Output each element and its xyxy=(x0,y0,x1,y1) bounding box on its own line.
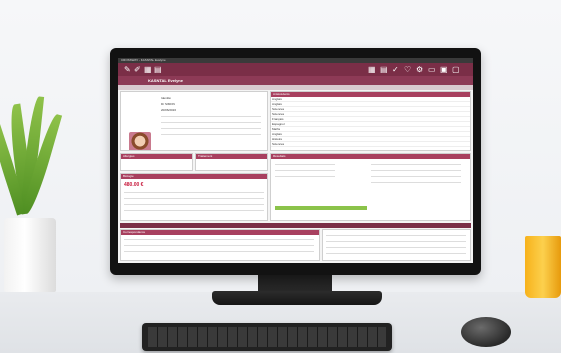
window-icon-2[interactable]: ▢ xyxy=(452,65,460,74)
list-pane: Antécédents Anglais Anglais Sciences Scienc… xyxy=(270,91,471,151)
monitor-stand xyxy=(212,291,382,305)
patient-bar: KASNTAL Evelyne xyxy=(118,76,473,85)
amount-value: 480.00 € xyxy=(124,182,144,188)
correspondence-header: Correspondance xyxy=(121,230,319,235)
grid-icon[interactable]: ▦ xyxy=(368,65,376,74)
allergies-header: Allergies xyxy=(121,154,192,159)
settings-icon[interactable]: ⚙ xyxy=(416,65,423,74)
pencil-icon[interactable]: ✐ xyxy=(134,65,141,74)
results-pane: Résultats xyxy=(270,153,471,221)
biology-pane: Biologie 480.00 € xyxy=(120,173,268,221)
main-toolbar: ✎ ✐ ▦ ▤ ▦ ▤ ✓ ♡ ⚙ ▭ ▣ ▢ xyxy=(118,63,473,76)
coffee-mug xyxy=(525,236,561,298)
date-field: 20/06/2016 xyxy=(161,108,177,112)
heart-icon[interactable]: ♡ xyxy=(404,65,411,74)
biology-header: Biologie xyxy=(121,174,267,179)
plant-pot xyxy=(4,218,56,292)
pen-icon[interactable]: ✎ xyxy=(124,65,131,74)
monitor: CROSSWAY - KASNTAL Evelyne ✎ ✐ ▦ ▤ ▦ ▤ ✓… xyxy=(110,48,481,275)
list-item[interactable]: Sciences xyxy=(271,142,470,147)
document-icon[interactable]: ▤ xyxy=(154,65,162,74)
correspondence-pane: Correspondance xyxy=(120,229,320,261)
keyboard xyxy=(142,323,392,351)
notes-pane xyxy=(322,229,471,261)
app-screen: CROSSWAY - KASNTAL Evelyne ✎ ✐ ▦ ▤ ▦ ▤ ✓… xyxy=(118,58,473,263)
identity-label: Identité xyxy=(161,96,171,100)
bottom-divider xyxy=(120,223,471,228)
list: Anglais Anglais Sciences Sciences Français Es… xyxy=(271,97,470,147)
window-icon[interactable]: ▣ xyxy=(440,65,448,74)
results-header: Résultats xyxy=(271,154,470,159)
allergies-pane: Allergies xyxy=(120,153,193,171)
treatment-pane: Traitement xyxy=(195,153,268,171)
patient-tabs[interactable] xyxy=(118,85,473,90)
patient-name: KASNTAL Evelyne xyxy=(148,78,183,83)
folder-icon[interactable]: ▭ xyxy=(428,65,436,74)
calendar-icon[interactable]: ▦ xyxy=(144,65,152,74)
treatment-header: Traitement xyxy=(196,154,267,159)
document-icon-2[interactable]: ▤ xyxy=(380,65,388,74)
doctor-field: Dr SIMON xyxy=(161,102,175,106)
avatar xyxy=(129,132,151,150)
checkmark-icon[interactable]: ✓ xyxy=(392,65,399,74)
identity-pane: Identité Dr SIMON 20/06/2016 xyxy=(120,91,268,151)
mouse xyxy=(461,317,511,347)
